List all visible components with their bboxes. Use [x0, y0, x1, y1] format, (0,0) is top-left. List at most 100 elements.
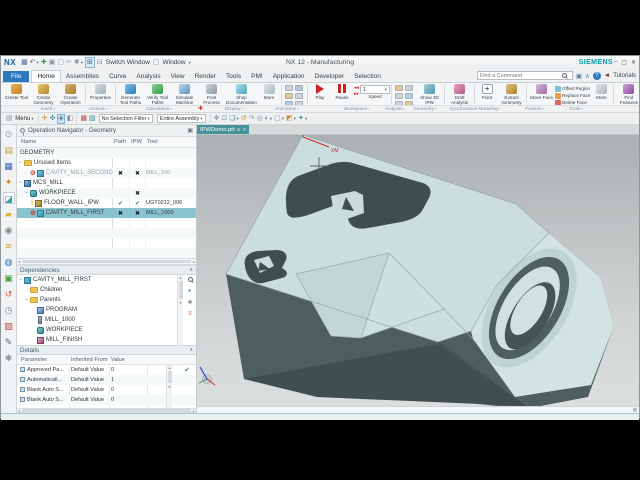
step-forward-icon[interactable]: ▸	[188, 287, 191, 294]
rotate-icon[interactable]: ↺	[241, 114, 247, 124]
tab-file[interactable]: File	[3, 71, 30, 82]
settings-icon[interactable]: ✱	[187, 299, 192, 306]
details-header[interactable]: Details ∧	[17, 345, 196, 355]
tab-home[interactable]: Home	[31, 70, 61, 82]
group-label-display[interactable]: Display	[225, 106, 243, 113]
fit-window-icon[interactable]: ⊡	[221, 114, 227, 124]
hd3d-tools-icon[interactable]: ≋	[3, 240, 15, 252]
extract-geometry-button[interactable]: Extract Geometry	[498, 84, 525, 105]
col-tool[interactable]: Tool	[147, 139, 158, 145]
group-label-workspace[interactable]: Workspace	[344, 106, 371, 113]
dependencies-header[interactable]: Dependencies ∧	[17, 265, 196, 275]
expand-icon[interactable]: −	[17, 160, 24, 166]
details-scrollbar[interactable]: ▴ ▾	[166, 365, 172, 408]
generate-tool-paths-button[interactable]: Generate Tool Paths	[117, 84, 144, 105]
group-label-animation[interactable]: Animation	[275, 106, 299, 113]
tab-analysis[interactable]: Analysis	[131, 71, 165, 82]
tutorials-button[interactable]: Tutorials	[613, 73, 636, 79]
draft-analysis-button[interactable]: Draft Analysis	[446, 84, 473, 105]
expand-icon[interactable]: −	[23, 190, 30, 196]
more-operations-button[interactable]: More	[258, 84, 280, 100]
graphics-canvas[interactable]: XM	[197, 135, 639, 406]
tab-developer[interactable]: Developer	[310, 71, 350, 82]
add-group-icon[interactable]: ✚	[198, 106, 203, 113]
tab-view[interactable]: View	[166, 71, 190, 82]
simulate-machine-button[interactable]: Simulate Machine	[171, 84, 198, 105]
help-icon[interactable]: ?	[592, 71, 601, 80]
tab-application[interactable]: Application	[268, 71, 310, 82]
selection-filter-dropdown[interactable]: No Selection Filter ▾	[98, 114, 153, 123]
create-operation-button[interactable]: Create Operation	[57, 84, 84, 105]
snap-point-icon[interactable]: ✜	[49, 114, 55, 124]
orient-icon[interactable]: ↷	[249, 114, 255, 124]
find-command-box[interactable]	[476, 71, 573, 80]
offset-region-button[interactable]: Offset Region	[555, 85, 590, 92]
display-options-grid[interactable]	[285, 85, 304, 105]
cut-icon[interactable]: ✂	[66, 58, 72, 67]
operation-navigator-icon[interactable]: ◪	[2, 192, 15, 204]
collapse-icon[interactable]: ∧	[189, 347, 193, 353]
create-geometry-button[interactable]: Create Geometry	[30, 84, 57, 105]
dependencies-scrollbar[interactable]: ▴ ▾	[177, 275, 183, 345]
navigator-collapse-icon[interactable]: ⊙	[3, 128, 15, 140]
lasso-icon[interactable]: ◧	[67, 114, 74, 124]
group-label-tools[interactable]: Tools	[569, 106, 583, 113]
show-3d-ipw-button[interactable]: Show 3D IPW	[416, 84, 443, 105]
col-path[interactable]: Path	[114, 139, 126, 145]
part-navigator-icon[interactable]: ✦	[3, 176, 15, 188]
tree-horizontal-scrollbar[interactable]: ◂ ▸	[17, 258, 196, 265]
speed-stepper[interactable]: 1 ▾	[360, 85, 391, 94]
tree-row-workpiece[interactable]: − WORKPIECE ✖	[17, 188, 196, 198]
find-features-button[interactable]: Find Features	[615, 84, 639, 105]
tab-curve[interactable]: Curve	[104, 71, 131, 82]
dep-row[interactable]: PROGRAM	[17, 305, 177, 315]
tree-row-cavity-mill-second[interactable]: ⊘ CAVITY_MILL_SECOND ✖ ✖ MILL_500	[17, 168, 196, 178]
window-style-icon[interactable]: ▢▾	[274, 114, 284, 124]
assembly-navigator-icon[interactable]: ▤	[3, 144, 15, 156]
undock-icon[interactable]: ▣	[187, 127, 193, 134]
tree-row-geometry[interactable]: GEOMETRY	[17, 148, 196, 158]
rendering-style-icon[interactable]: ◐▾	[265, 114, 273, 124]
tree-row-cavity-mill-first[interactable]: ⊘ CAVITY_MILL_FIRST ✖ ✖ MILL_1000	[17, 208, 196, 218]
properties-button[interactable]: Properties	[87, 84, 114, 100]
menu-button[interactable]: ▤ Menu ▾	[3, 114, 36, 124]
expand-icon[interactable]: −	[17, 180, 24, 186]
notes-icon[interactable]: ✱	[3, 352, 15, 364]
more-sync-button[interactable]: More	[590, 84, 612, 100]
move-face-button[interactable]: Move Face	[528, 84, 555, 100]
pin-tab-icon[interactable]: ⊙	[237, 127, 241, 133]
filter-body-icon[interactable]: ▧	[89, 114, 96, 124]
add-icon[interactable]: ✚	[41, 58, 47, 67]
replace-face-button[interactable]: Replace Face	[555, 92, 590, 99]
reuse-library-icon[interactable]: ◉	[3, 224, 15, 236]
system-scenes-icon[interactable]: ✎	[3, 336, 15, 348]
web-browser-icon[interactable]: ◍	[3, 256, 15, 268]
group-label-operations[interactable]: Operations	[146, 106, 172, 113]
switch-window-button[interactable]: Switch Window	[106, 59, 150, 66]
skip-buttons[interactable]: ◂◂ ▸▸	[354, 85, 359, 97]
tab-pmi[interactable]: PMI	[246, 71, 268, 82]
process-studio-icon[interactable]: ↺	[3, 288, 15, 300]
tab-assemblies[interactable]: Assemblies	[61, 71, 104, 82]
tab-selection[interactable]: Selection	[349, 71, 386, 82]
tab-render[interactable]: Render	[190, 71, 221, 82]
group-label-geometry[interactable]: Geometry	[413, 106, 437, 113]
dep-row[interactable]: MILL_1000	[17, 315, 177, 325]
visualization-icon[interactable]: ✦▾	[298, 114, 307, 124]
col-parameter[interactable]: Parameter	[21, 357, 47, 363]
shaded-cube-icon[interactable]: ◩▾	[286, 114, 296, 124]
selection-tool-icon[interactable]: ✱▾	[74, 58, 83, 67]
undo-icon[interactable]: ↶▾	[30, 58, 39, 67]
part-tab[interactable]: IPWDemo.prt ⊙ ✕	[197, 125, 250, 134]
close-tab-icon[interactable]: ✕	[243, 127, 247, 133]
selection-scope-dropdown[interactable]: Entire Assembly ▾	[156, 114, 206, 123]
col-value[interactable]: Value	[111, 357, 125, 363]
minimize-ribbon-icon[interactable]: ∧	[585, 72, 590, 80]
post-process-button[interactable]: Post Process	[198, 84, 225, 105]
find-command-input[interactable]	[479, 72, 562, 79]
zoom-dependencies-icon[interactable]	[187, 277, 193, 282]
dep-row[interactable]: Children	[17, 285, 177, 295]
list-view-icon[interactable]: ≡	[188, 311, 192, 317]
dep-row[interactable]: WORKPIECE	[17, 325, 177, 335]
tree-row-unused-items[interactable]: − Unused Items	[17, 158, 196, 168]
